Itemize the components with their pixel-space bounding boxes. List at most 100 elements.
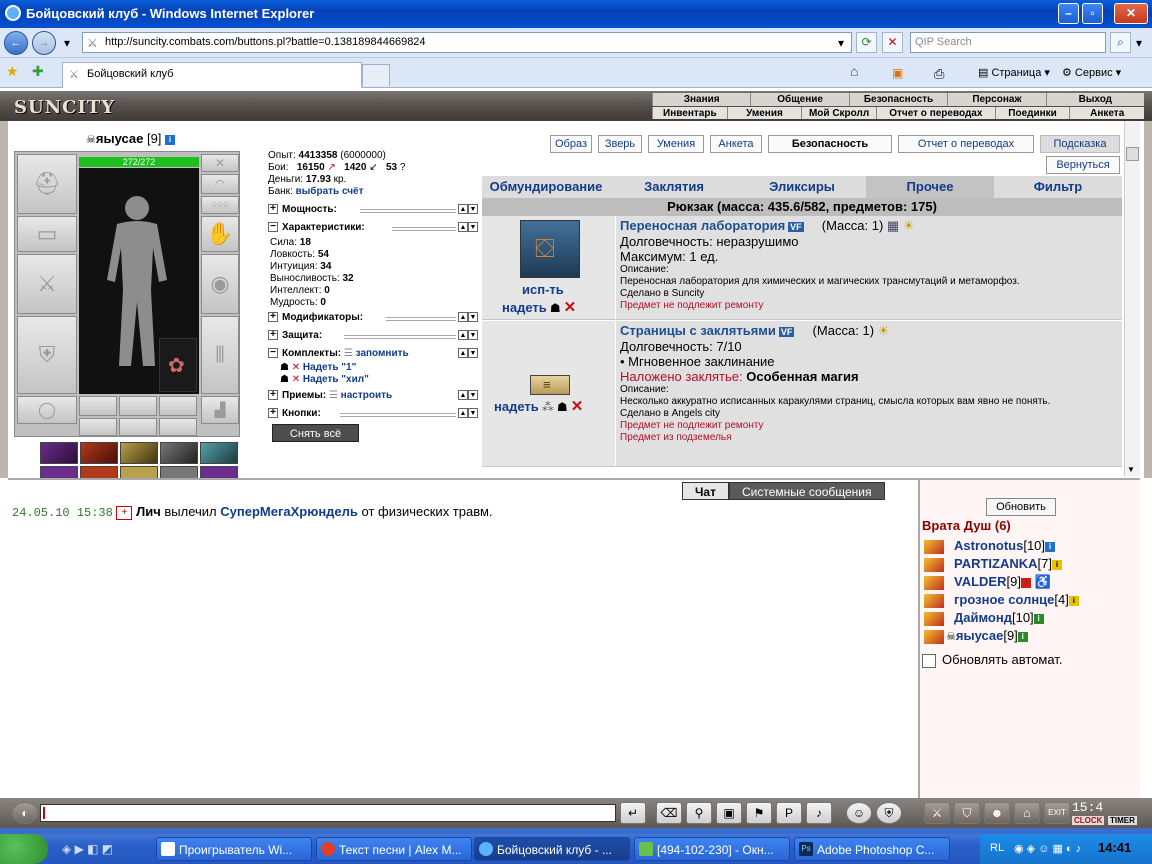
- wear-link[interactable]: надеть: [494, 399, 539, 414]
- arrow-down-icon[interactable]: ▼: [468, 390, 478, 400]
- player-row[interactable]: грозное солнце[4] i: [924, 592, 1079, 610]
- section-characteristics[interactable]: − Характеристики: ▲ ▼: [268, 222, 478, 234]
- chat-tab[interactable]: Чат: [682, 482, 729, 500]
- tray-icons[interactable]: ◉ ◈ ☺ ▦ ◐ ♪: [1014, 842, 1081, 855]
- split-icon[interactable]: ⁂: [542, 400, 554, 414]
- language-indicator[interactable]: RL: [990, 842, 1004, 854]
- player-row[interactable]: Astronotus[10] i: [924, 538, 1056, 556]
- submenu-profile[interactable]: Анкета: [1069, 107, 1144, 119]
- inventory-scrollbar[interactable]: ▼: [1124, 121, 1140, 476]
- system-messages-tab[interactable]: Системные сообщения: [728, 482, 885, 500]
- set-item[interactable]: ☗ ✕ Надеть "1": [280, 362, 369, 374]
- arrow-up-icon[interactable]: ▲: [458, 222, 468, 232]
- chat-mode-icon[interactable]: ◐: [12, 802, 38, 824]
- fight-icon[interactable]: ⚔: [924, 802, 950, 824]
- armor-slot[interactable]: ⛨: [17, 316, 77, 394]
- search-dropdown-icon[interactable]: ▾: [1132, 34, 1146, 55]
- delete-icon[interactable]: ✕: [571, 398, 584, 415]
- clock-label[interactable]: CLOCK: [1072, 816, 1105, 825]
- menu-character[interactable]: Персонаж: [947, 93, 1045, 106]
- helmet-slot[interactable]: ⛑: [17, 154, 77, 214]
- btn-profile[interactable]: Анкета: [710, 135, 762, 153]
- shirt-icon[interactable]: ☗: [550, 301, 561, 315]
- player-row[interactable]: ☠яыусае[9] i: [924, 628, 1028, 646]
- add-favorite-icon[interactable]: ✚: [32, 63, 44, 80]
- menu-knowledge[interactable]: Знания: [652, 93, 750, 106]
- delete-icon[interactable]: ✕: [564, 299, 577, 316]
- private-message-icon[interactable]: [924, 593, 944, 608]
- rune-slot-2[interactable]: [119, 396, 157, 416]
- arrow-down-icon[interactable]: ▼: [468, 222, 478, 232]
- section-tricks[interactable]: + Приемы: ☰ настроить ▲ ▼: [268, 390, 478, 402]
- sound-icon[interactable]: ♪: [806, 802, 832, 824]
- pet-slot[interactable]: ✿: [159, 338, 197, 392]
- player-row[interactable]: VALDER[9] i ♿: [924, 574, 1051, 592]
- submenu-battles[interactable]: Поединки: [994, 107, 1070, 119]
- leggings-slot[interactable]: ⫴: [201, 316, 239, 394]
- player-name[interactable]: Даймонд: [954, 610, 1012, 625]
- back-button[interactable]: ←: [4, 31, 28, 55]
- exit-icon[interactable]: EXIT: [1044, 802, 1070, 824]
- private-message-icon[interactable]: [924, 539, 944, 554]
- clear-icon[interactable]: ⌫: [656, 802, 682, 824]
- rune-slot-1[interactable]: [79, 396, 117, 416]
- arrow-down-icon[interactable]: ▼: [468, 348, 478, 358]
- arrow-up-icon[interactable]: ▲: [458, 408, 468, 418]
- arrow-down-icon[interactable]: ▼: [468, 312, 478, 322]
- start-button[interactable]: [0, 834, 48, 864]
- search-icon[interactable]: ⌕: [1110, 32, 1131, 53]
- taskbar-item-active[interactable]: Бойцовский клуб - ...: [474, 837, 630, 861]
- bank-link[interactable]: выбрать счёт: [296, 186, 364, 197]
- take-off-all-button[interactable]: Снять всё: [272, 424, 359, 442]
- info-icon[interactable]: i: [1017, 631, 1028, 642]
- info-icon[interactable]: i: [1033, 613, 1044, 624]
- btn-image[interactable]: Образ: [550, 135, 592, 153]
- scroll-thumb[interactable]: [1126, 147, 1139, 161]
- tab-active[interactable]: ⚔ Бойцовский клуб: [62, 62, 362, 88]
- section-buttons[interactable]: + Кнопки: ▲ ▼: [268, 408, 478, 420]
- quicklaunch-icons[interactable]: ◈ ▶ ◧ ◩: [62, 842, 113, 856]
- close-button[interactable]: ✕: [1114, 3, 1148, 24]
- tab-filter[interactable]: Фильтр: [994, 176, 1122, 198]
- shirt-icon[interactable]: ☗: [557, 400, 568, 414]
- quick-slot-1[interactable]: [40, 442, 78, 464]
- clan-chat-icon[interactable]: ⛨: [876, 802, 902, 824]
- message-actor[interactable]: Лич: [136, 504, 161, 519]
- collapse-icon[interactable]: −: [268, 348, 278, 359]
- arrow-up-icon[interactable]: ▲: [458, 312, 468, 322]
- taskbar-item[interactable]: Ps Adobe Photoshop C...: [794, 837, 950, 861]
- player-name[interactable]: Astronotus: [954, 538, 1023, 553]
- chat-input[interactable]: [40, 804, 616, 822]
- rings-slot[interactable]: ○○○: [201, 196, 239, 214]
- character-icon[interactable]: ☻: [984, 802, 1010, 824]
- tab-equipment[interactable]: Обмундирование: [482, 176, 610, 198]
- player-name[interactable]: грозное солнце: [954, 592, 1054, 607]
- private-message-icon[interactable]: [924, 557, 944, 572]
- weapon-slot[interactable]: ⚔: [17, 254, 77, 314]
- search-input[interactable]: QIP Search: [910, 32, 1106, 53]
- arrow-down-icon[interactable]: ▼: [468, 204, 478, 214]
- quick-slot-8[interactable]: [120, 466, 158, 478]
- quick-slot-2[interactable]: [80, 442, 118, 464]
- arrow-up-icon[interactable]: ▲: [458, 330, 468, 340]
- tune-link[interactable]: настроить: [341, 390, 392, 401]
- menu-social[interactable]: Общение: [750, 93, 848, 106]
- lab-item-image[interactable]: ⛋: [520, 220, 580, 278]
- delete-icon[interactable]: ✕: [292, 374, 300, 385]
- private-message-icon[interactable]: [924, 611, 944, 626]
- home-game-icon[interactable]: ⌂: [1014, 802, 1040, 824]
- wear-link[interactable]: надеть: [502, 300, 547, 315]
- submenu-skills[interactable]: Умения: [726, 107, 802, 119]
- taskbar-item[interactable]: Проигрыватель Wi...: [156, 837, 312, 861]
- taskbar-item[interactable]: [494-102-230] - Окн...: [634, 837, 790, 861]
- message-time[interactable]: 24.05.10 15:38: [12, 506, 113, 520]
- maximize-button[interactable]: ▫: [1082, 3, 1103, 24]
- stop-icon[interactable]: ✕: [882, 32, 903, 53]
- refresh-button[interactable]: Обновить: [986, 498, 1056, 516]
- belt-slot[interactable]: ◯: [17, 396, 77, 424]
- submenu-inventory[interactable]: Инвентарь: [652, 107, 727, 119]
- save-icon[interactable]: ▣: [716, 802, 742, 824]
- info-icon[interactable]: i: [1045, 541, 1056, 552]
- arrow-down-icon[interactable]: ▼: [468, 408, 478, 418]
- player-row[interactable]: Даймонд[10] i: [924, 610, 1044, 628]
